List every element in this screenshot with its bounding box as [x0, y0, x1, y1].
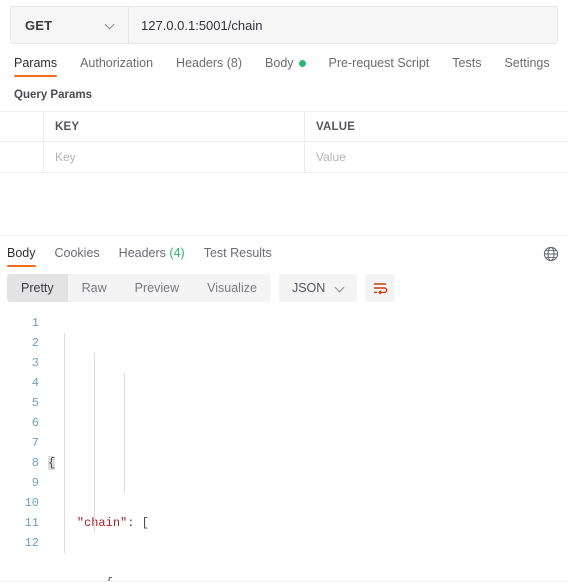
line-number: 12: [24, 536, 39, 550]
globe-icon[interactable]: [542, 245, 560, 263]
view-mode-visualize[interactable]: Visualize: [193, 274, 271, 302]
row-key-cell[interactable]: Key: [44, 142, 305, 172]
query-params-title: Query Params: [14, 89, 92, 101]
response-view-toolbar: Pretty Raw Preview Visualize JSON: [0, 267, 568, 310]
line-number: 8: [31, 456, 39, 470]
indent-guide: [64, 333, 65, 553]
chevron-down-icon: [335, 283, 346, 294]
http-method-label: GET: [25, 17, 53, 33]
response-tab-test-results[interactable]: Test Results: [204, 246, 272, 267]
query-params-table: KEY VALUE Key Value: [0, 111, 568, 173]
line-number: 5: [31, 396, 39, 410]
line-number: 3: [31, 356, 39, 370]
indent-guide: [124, 373, 125, 493]
request-tab-body-label: Body: [265, 56, 294, 70]
response-tab-body-label: Body: [7, 246, 36, 260]
line-number: 6: [31, 416, 39, 430]
response-tab-body[interactable]: Body: [7, 246, 36, 267]
response-view-mode-group: Pretty Raw Preview Visualize: [7, 274, 271, 302]
request-tab-params[interactable]: Params: [14, 56, 58, 77]
view-mode-pretty[interactable]: Pretty: [7, 274, 68, 302]
response-tab-headers[interactable]: Headers (4): [119, 246, 185, 267]
word-wrap-icon[interactable]: [365, 274, 396, 302]
response-format-select[interactable]: JSON: [278, 274, 358, 302]
view-mode-preview[interactable]: Preview: [121, 274, 193, 302]
request-tab-authorization[interactable]: Authorization: [80, 56, 153, 77]
table-row: Key Value: [0, 142, 568, 172]
body-has-content-dot-icon: [298, 59, 306, 67]
request-tab-authorization-label: Authorization: [80, 56, 154, 70]
request-tab-tests[interactable]: Tests: [452, 56, 481, 77]
code-line: "chain": [: [48, 513, 568, 533]
line-number: 11: [24, 516, 39, 530]
key-input-placeholder[interactable]: Key: [55, 150, 76, 164]
row-checkbox-cell[interactable]: [0, 142, 44, 172]
line-number: 7: [31, 436, 39, 450]
response-format-label: JSON: [291, 281, 326, 295]
request-body-spacer: [0, 173, 568, 235]
line-number: 10: [24, 496, 39, 510]
code-token-key: "chain": [76, 516, 128, 530]
value-input-placeholder[interactable]: Value: [316, 150, 346, 164]
table-header-row: KEY VALUE: [0, 112, 568, 142]
line-number: 9: [31, 476, 39, 490]
request-tab-pre-request-script-label: Pre-request Script: [328, 56, 430, 70]
column-header-key: KEY: [55, 120, 80, 133]
response-body-code-viewer[interactable]: 1 2 3 4 5 6 7 8 9 10 11 12 { "chain": [ …: [0, 310, 568, 582]
line-number: 4: [31, 376, 39, 390]
view-mode-raw[interactable]: Raw: [68, 274, 121, 302]
request-tab-settings-label: Settings: [504, 56, 550, 70]
response-tab-cookies[interactable]: Cookies: [55, 246, 100, 267]
request-tab-tests-label: Tests: [452, 56, 482, 70]
header-value-cell: VALUE: [305, 112, 568, 141]
response-tab-test-results-label: Test Results: [203, 246, 272, 260]
row-value-cell[interactable]: Value: [305, 142, 568, 172]
header-checkbox-cell: [0, 112, 44, 141]
code-token-punct: : [: [127, 516, 149, 530]
request-url-input[interactable]: 127.0.0.1:5001/chain: [128, 6, 558, 44]
response-tab-headers-label: Headers: [118, 246, 166, 260]
code-line: {: [48, 453, 568, 473]
http-method-select[interactable]: GET: [10, 6, 128, 44]
request-tabs: Params Authorization Headers (8) Body Pr…: [0, 44, 568, 77]
response-tab-cookies-label: Cookies: [54, 246, 100, 260]
column-header-value: VALUE: [316, 120, 356, 133]
request-tab-settings[interactable]: Settings: [504, 56, 549, 77]
request-tab-headers[interactable]: Headers (8): [176, 56, 242, 77]
line-number: 2: [31, 336, 39, 350]
code-line-number-gutter: 1 2 3 4 5 6 7 8 9 10 11 12: [0, 313, 48, 582]
request-tab-params-label: Params: [14, 56, 58, 70]
code-text-area[interactable]: { "chain": [ { "index": 1, "previous_has…: [48, 313, 568, 582]
response-headers-count: (4): [169, 246, 185, 260]
indent-guide: [94, 353, 95, 533]
chevron-down-icon: [105, 20, 116, 31]
line-number: 1: [31, 316, 39, 330]
request-tab-pre-request-script[interactable]: Pre-request Script: [329, 56, 430, 77]
request-tab-headers-label: Headers (8): [176, 56, 243, 70]
request-tab-body[interactable]: Body: [265, 56, 306, 77]
header-key-cell: KEY: [44, 112, 305, 141]
code-token-brace: {: [48, 456, 56, 470]
response-tabs: Body Cookies Headers (4) Test Results: [0, 236, 568, 267]
request-url-bar: GET 127.0.0.1:5001/chain: [0, 0, 568, 44]
